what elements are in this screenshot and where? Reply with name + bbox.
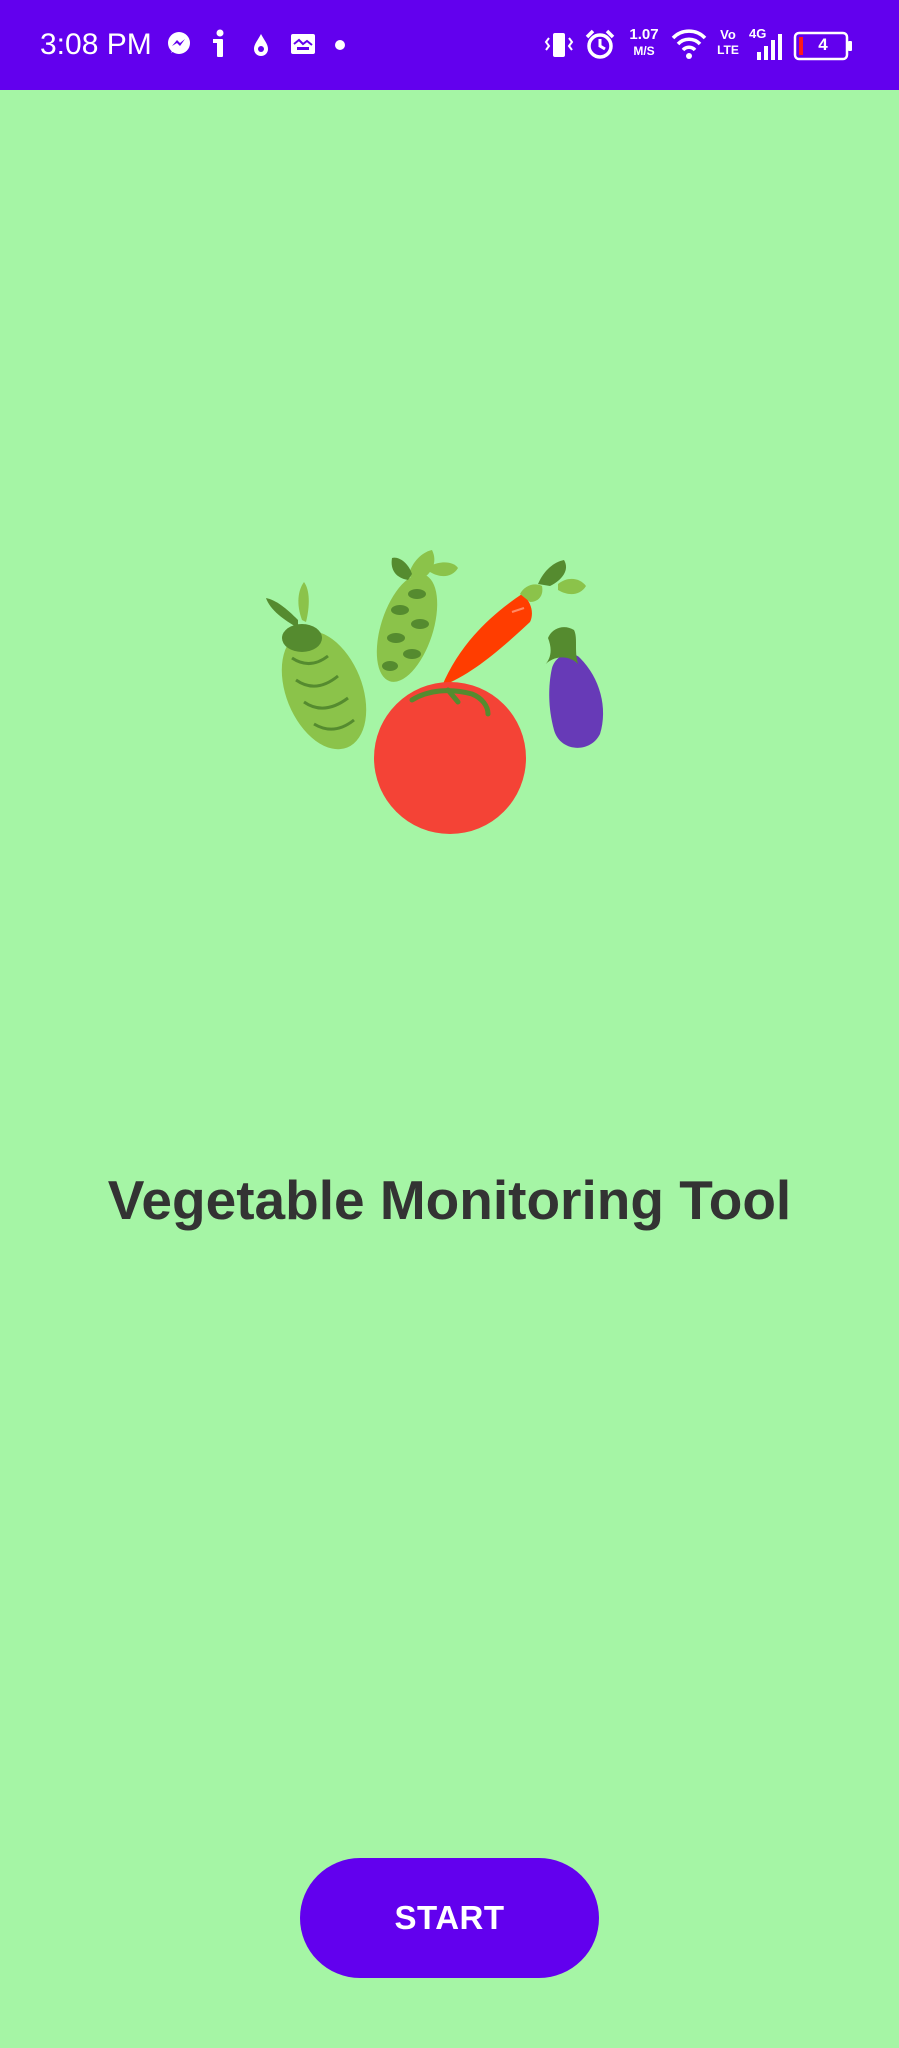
wifi-icon bbox=[671, 29, 707, 59]
status-time: 3:08 PM bbox=[40, 28, 152, 61]
main-content: Vegetable Monitoring Tool START bbox=[0, 90, 899, 2048]
app-title: Vegetable Monitoring Tool bbox=[107, 1169, 792, 1231]
system-status-icons: 1.07 M/S Vo LTE 4G 4 bbox=[543, 24, 863, 66]
info-icon bbox=[213, 29, 224, 57]
tomato-icon bbox=[374, 682, 526, 834]
messenger-icon bbox=[168, 32, 190, 54]
bitter-gourd-icon bbox=[376, 550, 458, 682]
volte-bottom: LTE bbox=[717, 43, 739, 57]
alarm-icon bbox=[585, 29, 615, 59]
start-button[interactable]: START bbox=[300, 1858, 599, 1978]
image-icon bbox=[291, 34, 315, 54]
status-bar: 3:08 PM 1.07 M/S Vo LTE 4G 4 bbox=[0, 0, 899, 90]
vibrate-icon bbox=[544, 33, 574, 57]
vegetables-logo-icon bbox=[266, 550, 604, 834]
network-speed-value: 1.07 bbox=[629, 26, 659, 43]
volte-top: Vo bbox=[720, 27, 736, 42]
cucumber-icon bbox=[266, 582, 367, 750]
signal-icon bbox=[757, 34, 782, 60]
eggplant-icon bbox=[544, 627, 604, 748]
network-speed: 1.07 M/S bbox=[625, 27, 663, 57]
network-speed-unit: M/S bbox=[633, 44, 655, 58]
battery-level: 4 bbox=[818, 35, 828, 54]
droplet-icon bbox=[254, 34, 268, 56]
volte-indicator: Vo LTE bbox=[713, 28, 743, 56]
dot-icon bbox=[335, 40, 345, 50]
